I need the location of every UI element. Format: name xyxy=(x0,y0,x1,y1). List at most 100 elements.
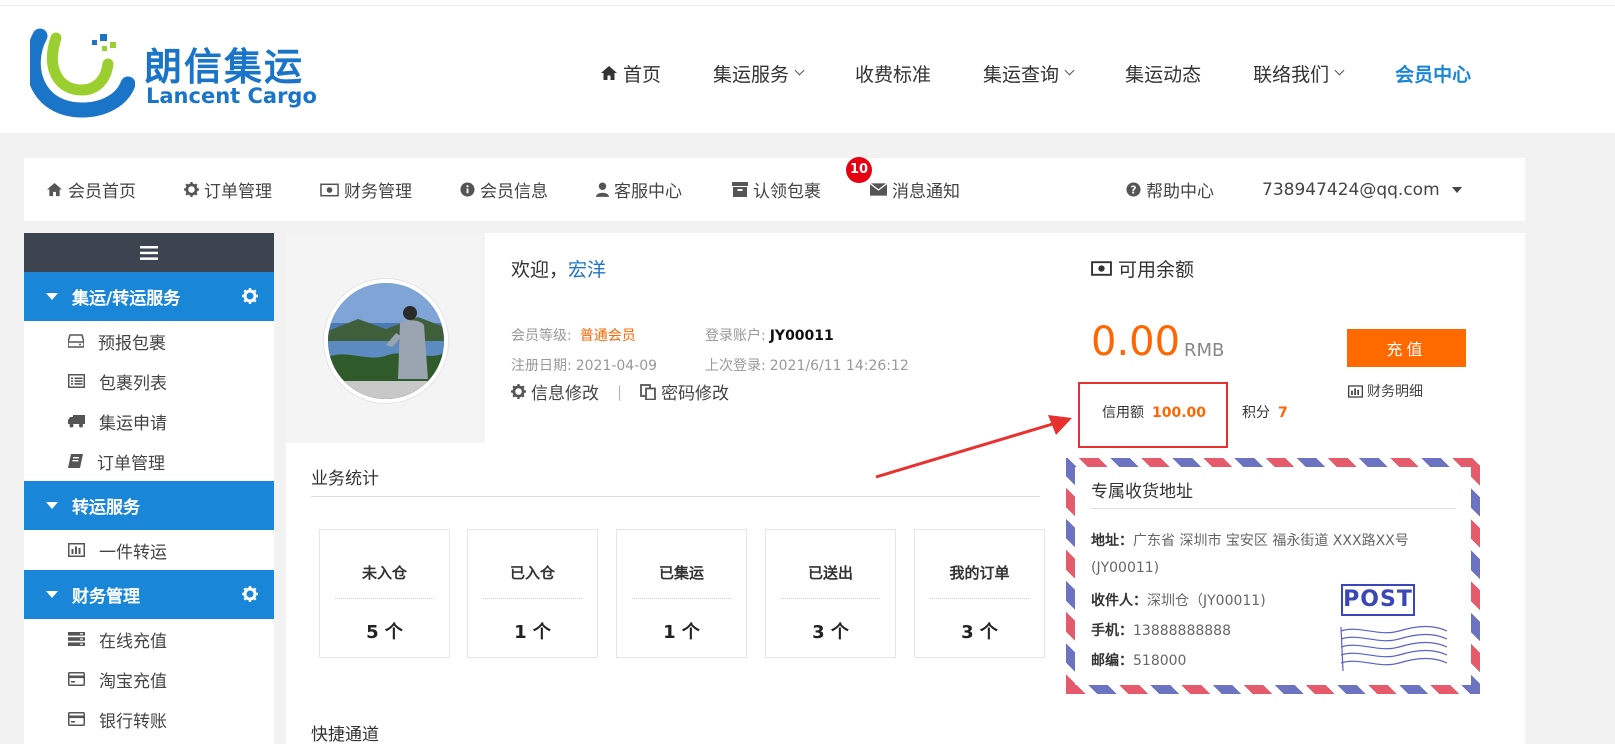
phone-value: 13888888888 xyxy=(1133,623,1231,639)
member-nav-home[interactable]: 会员首页 xyxy=(46,158,136,221)
recharge-button[interactable]: 充值 xyxy=(1347,329,1466,367)
nav-consolidation-service-label: 集运服务 xyxy=(713,63,790,86)
balance-amount: 0.00 xyxy=(1091,319,1181,365)
stat-card-my-orders[interactable]: 我的订单 3 个 xyxy=(914,529,1045,658)
nav-home-label: 首页 xyxy=(623,63,662,86)
stat-value: 3 个 xyxy=(812,622,849,643)
edit-password-link[interactable]: 密码修改 xyxy=(640,379,729,404)
stat-divider xyxy=(781,598,880,599)
sidebar-section-title: 转运服务 xyxy=(72,498,140,518)
stat-card-not-in-warehouse[interactable]: 未入仓 5 个 xyxy=(319,529,450,658)
finance-detail-link[interactable]: 财务明细 xyxy=(1348,381,1423,401)
gear-icon xyxy=(511,384,526,399)
nav-home[interactable]: 首页 xyxy=(600,60,661,87)
phone-label: 手机： xyxy=(1091,623,1133,639)
brand-name-cn: 朗信集运 xyxy=(144,45,305,89)
member-level: 会员等级: 普通会员 xyxy=(511,325,636,345)
stat-card-consolidated[interactable]: 已集运 1 个 xyxy=(616,529,747,658)
money-icon xyxy=(1091,261,1112,276)
balance-title-label: 可用余额 xyxy=(1118,259,1195,281)
business-stats-divider xyxy=(311,496,1040,497)
sidebar-section-title: 集运/转运服务 xyxy=(72,289,181,309)
brand-name-en: Lancent Cargo xyxy=(146,84,317,108)
member-dashboard: 欢迎，宏洋 会员等级: 普通会员 登录账户: JY00011 注册日期: 2021-0… xyxy=(286,233,1525,744)
sidebar-toggle[interactable] xyxy=(24,233,274,272)
sidebar-item-parcel-list[interactable]: 包裹列表 xyxy=(24,361,274,401)
info-icon xyxy=(460,182,475,197)
sidebar-section-forwarding[interactable]: 转运服务 xyxy=(24,481,274,530)
account-dropdown[interactable]: 738947424@qq.com xyxy=(1262,158,1462,221)
hamburger-icon xyxy=(140,245,158,260)
zip-row: 邮编：518000 xyxy=(1091,650,1186,670)
edit-info-link[interactable]: 信息修改 xyxy=(511,379,599,404)
caret-down-icon xyxy=(46,293,58,300)
sidebar-item-consolidation-apply[interactable]: 集运申请 xyxy=(24,401,274,441)
truck-icon xyxy=(68,414,85,427)
stat-label: 我的订单 xyxy=(949,564,1010,582)
sidebar-section-finance[interactable]: 财务管理 xyxy=(24,570,274,619)
brand-logo[interactable]: 朗信集运 Lancent Cargo xyxy=(30,28,320,118)
nav-contact-label: 联络我们 xyxy=(1253,63,1330,86)
sidebar-item-single-forwarding[interactable]: 一件转运 xyxy=(24,530,274,570)
address-card-body: 专属收货地址 地址：广东省 深圳市 宝安区 福永街道 XXX路XX号 (JY00… xyxy=(1075,467,1471,685)
member-nav: 会员首页 订单管理 财务管理 会员信息 客服中心 认领包裹 10 消息通知 ? … xyxy=(24,157,1525,221)
member-nav-service[interactable]: 客服中心 xyxy=(596,158,682,221)
login-account-value: JY00011 xyxy=(769,328,834,344)
welcome-prefix: 欢迎， xyxy=(511,259,569,281)
member-nav-member-info[interactable]: 会员信息 xyxy=(460,158,548,221)
member-nav-finance[interactable]: 财务管理 xyxy=(320,158,412,221)
points-label: 积分 xyxy=(1242,405,1270,421)
address-card-title: 专属收货地址 xyxy=(1091,482,1193,502)
sidebar-item-online-recharge[interactable]: 在线充值 xyxy=(24,619,274,659)
address-card-divider xyxy=(1091,508,1456,509)
nav-tracking[interactable]: 集运查询 xyxy=(983,60,1075,87)
profile-links: 信息修改 | 密码修改 xyxy=(511,379,729,404)
member-nav-finance-label: 财务管理 xyxy=(344,182,412,202)
sidebar-item-taobao-recharge[interactable]: 淘宝充值 xyxy=(24,659,274,699)
sidebar-item-label: 预报包裹 xyxy=(98,333,166,354)
copy-icon xyxy=(640,383,656,400)
nav-consolidation-service[interactable]: 集运服务 xyxy=(713,60,805,87)
sidebar-item-forecast-parcel[interactable]: 预报包裹 xyxy=(24,321,274,361)
member-name[interactable]: 宏洋 xyxy=(568,259,606,281)
welcome-text: 欢迎，宏洋 xyxy=(511,255,606,282)
stat-divider xyxy=(930,598,1029,599)
member-nav-messages[interactable]: 消息通知 xyxy=(870,158,960,221)
stat-divider xyxy=(335,598,434,599)
nav-contact[interactable]: 联络我们 xyxy=(1253,60,1345,87)
login-account: 登录账户: JY00011 xyxy=(705,325,834,345)
claim-count-badge: 10 xyxy=(846,157,872,183)
sidebar-item-bank-transfer[interactable]: 银行转账 xyxy=(24,699,274,739)
stat-divider xyxy=(483,598,582,599)
stat-card-shipped[interactable]: 已送出 3 个 xyxy=(765,529,896,658)
zip-label: 邮编： xyxy=(1091,653,1133,669)
stat-card-in-warehouse[interactable]: 已入仓 1 个 xyxy=(467,529,598,658)
avatar[interactable] xyxy=(324,279,448,403)
register-date: 注册日期: 2021-04-09 xyxy=(511,355,657,375)
sidebar-item-order-management[interactable]: 订单管理 xyxy=(24,441,274,481)
stat-value: 3 个 xyxy=(961,622,998,643)
member-nav-help[interactable]: ? 帮助中心 xyxy=(1126,158,1214,221)
gear-icon[interactable] xyxy=(242,586,258,602)
bar-chart-icon xyxy=(68,543,85,557)
nav-news[interactable]: 集运动态 xyxy=(1125,60,1201,87)
last-login-value: 2021/6/11 14:26:12 xyxy=(769,358,909,374)
sidebar-item-label: 银行转账 xyxy=(99,711,167,732)
member-nav-claim-parcel[interactable]: 认领包裹 xyxy=(732,158,821,221)
server-icon xyxy=(68,632,85,646)
caret-down-icon xyxy=(1451,186,1462,193)
zip-value: 518000 xyxy=(1133,653,1187,669)
sidebar-item-label: 包裹列表 xyxy=(99,373,167,394)
nav-member-center[interactable]: 会员中心 xyxy=(1395,60,1471,87)
nav-pricing[interactable]: 收费标准 xyxy=(855,60,931,87)
balance-unit: RMB xyxy=(1184,340,1225,361)
recipient-row: 收件人：深圳仓（JY00011) xyxy=(1091,590,1266,610)
logo-mark-icon xyxy=(30,28,135,118)
sidebar-section-consolidation[interactable]: 集运/转运服务 xyxy=(24,272,274,321)
chevron-down-icon xyxy=(794,65,805,76)
gear-icon[interactable] xyxy=(242,288,258,304)
money-icon xyxy=(320,183,339,196)
quick-access-title: 快捷通道 xyxy=(311,725,379,744)
edit-password-label: 密码修改 xyxy=(661,384,730,404)
member-nav-orders[interactable]: 订单管理 xyxy=(184,158,272,221)
